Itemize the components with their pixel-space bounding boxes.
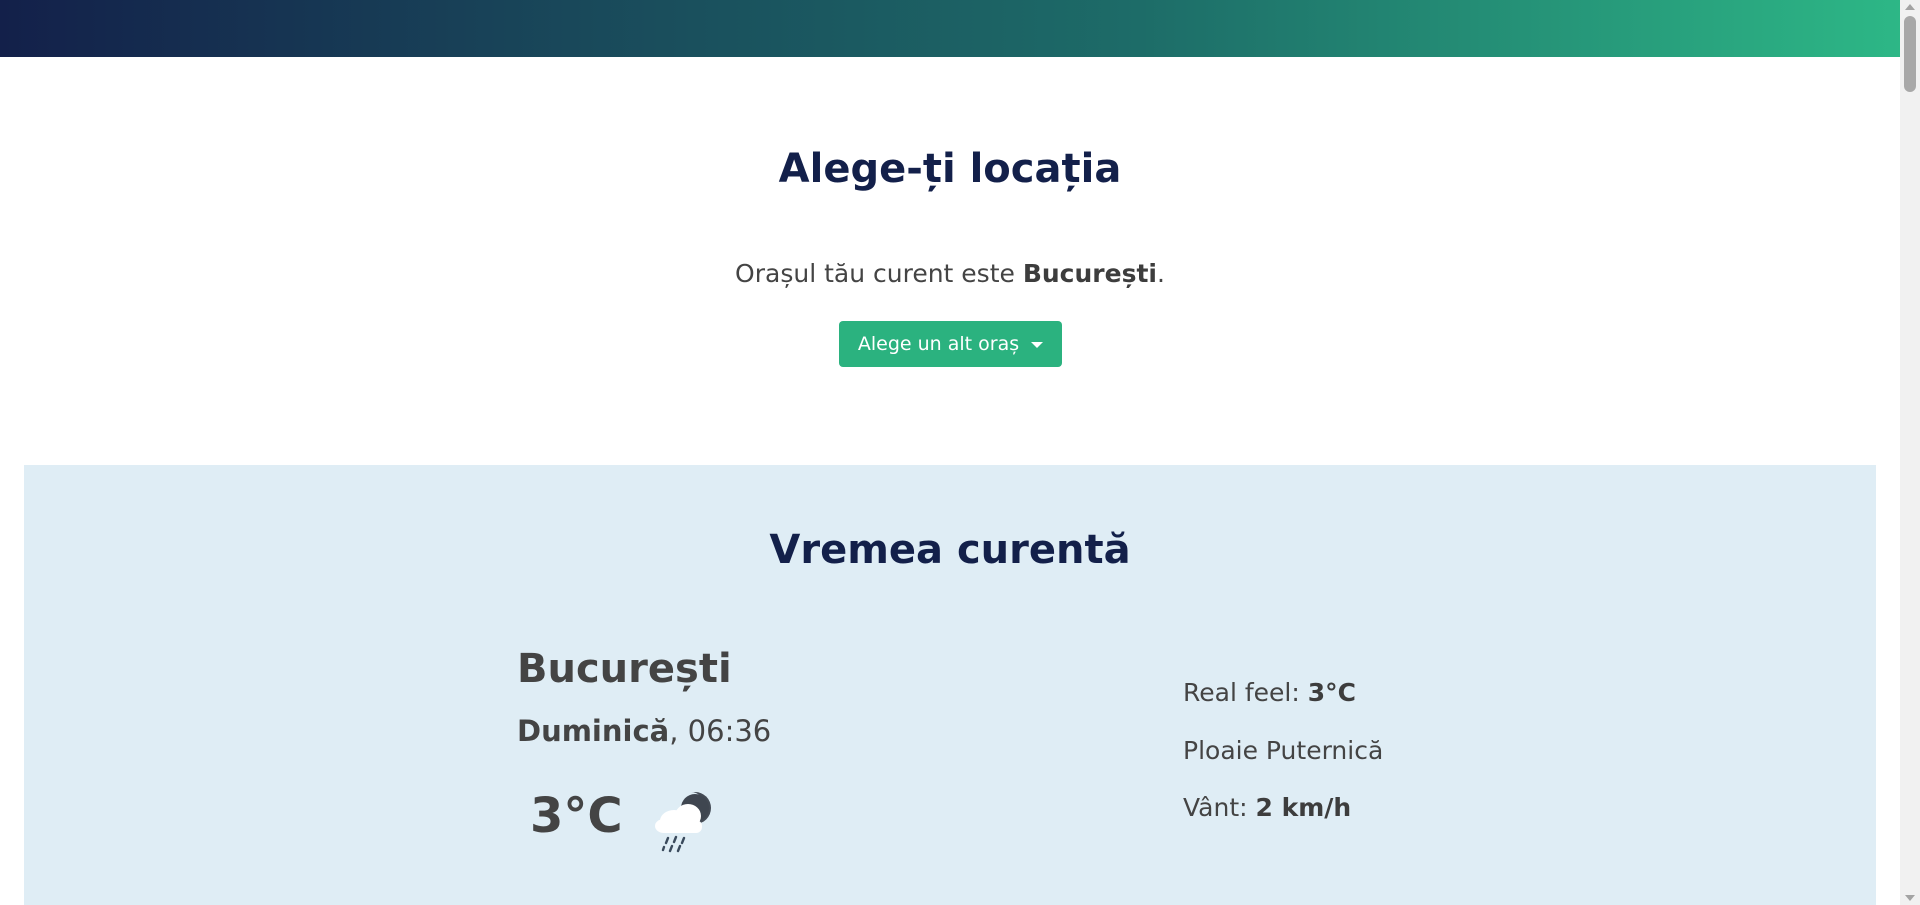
- location-title: Alege-ți locația: [778, 146, 1122, 192]
- choose-city-dropdown-button[interactable]: Alege un alt oraș: [839, 321, 1062, 367]
- caret-down-icon: [1031, 342, 1044, 348]
- wind-value: 2 km/h: [1255, 793, 1352, 822]
- wind: Vânt: 2 km/h: [1183, 792, 1351, 825]
- wind-label: Vânt:: [1183, 793, 1256, 822]
- page: Alege-ți locația Orașul tău curent este …: [0, 0, 1920, 905]
- weather-condition: Ploaie Puternică: [1183, 736, 1384, 765]
- scroll-up-arrow-icon[interactable]: [1905, 4, 1915, 10]
- choose-city-label: Alege un alt oraș: [857, 333, 1020, 355]
- weather-day: Duminică: [517, 714, 670, 748]
- current-weather-section: Vremea curentă București Duminică, 06:36…: [24, 465, 1876, 905]
- current-city-text: Orașul tău curent este București.: [0, 258, 1900, 291]
- page-scrollbar[interactable]: [1900, 0, 1920, 905]
- scroll-down-arrow-icon[interactable]: [1905, 895, 1915, 901]
- current-city-suffix: .: [1156, 259, 1165, 288]
- weather-time: , 06:36: [669, 714, 772, 748]
- weather-datetime: Duminică, 06:36: [517, 713, 771, 751]
- cloud-rain-night-icon: [655, 792, 711, 853]
- real-feel-label: Real feel:: [1183, 678, 1308, 707]
- weather-temperature: 3°C: [530, 788, 623, 844]
- weather-city: București: [517, 646, 732, 692]
- scrollbar-thumb[interactable]: [1904, 16, 1916, 92]
- real-feel-value: 3°C: [1307, 678, 1356, 707]
- real-feel: Real feel: 3°C: [1183, 677, 1356, 710]
- weather-title: Vremea curentă: [769, 527, 1131, 573]
- location-section: Alege-ți locația Orașul tău curent este …: [0, 57, 1900, 465]
- current-city-name: București: [1022, 259, 1157, 288]
- header-gradient-bar: [0, 0, 1900, 57]
- current-city-prefix: Orașul tău curent este: [735, 259, 1023, 288]
